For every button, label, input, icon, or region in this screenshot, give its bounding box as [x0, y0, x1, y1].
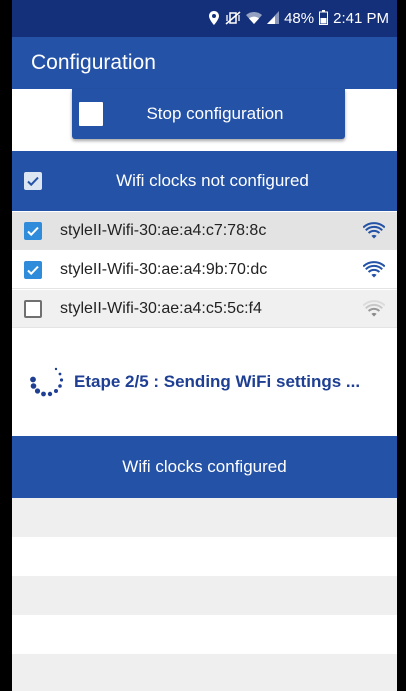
- device-row[interactable]: styleII-Wifi-30:ae:a4:9b:70:dc: [12, 251, 397, 289]
- progress-text: Etape 2/5 : Sending WiFi settings ...: [74, 372, 361, 391]
- vibrate-mute-icon: [225, 10, 241, 27]
- app-bar: Configuration: [12, 37, 397, 89]
- battery-percent: 48%: [284, 10, 315, 27]
- wifi-strong-icon: [363, 260, 385, 277]
- device-name: styleII-Wifi-30:ae:a4:9b:70:dc: [60, 260, 268, 278]
- device-name: styleII-Wifi-30:ae:a4:c5:5c:f4: [60, 299, 262, 317]
- list-item: [12, 537, 397, 576]
- wifi-weak-icon: [363, 299, 385, 316]
- stop-configuration-label: Stop configuration: [146, 104, 284, 123]
- wifi-status-icon: [246, 11, 263, 27]
- stop-square-icon: [79, 102, 103, 126]
- device-checkbox[interactable]: [24, 221, 42, 240]
- select-all-checkbox[interactable]: [24, 172, 42, 190]
- stop-configuration-button[interactable]: Stop configuration: [72, 89, 345, 139]
- device-checkbox[interactable]: [24, 299, 42, 318]
- device-row[interactable]: styleII-Wifi-30:ae:a4:c7:78:8c: [12, 212, 397, 250]
- location-pin-icon: [208, 10, 220, 27]
- loading-spinner-icon: [30, 367, 64, 397]
- configured-header: Wifi clocks configured: [12, 436, 397, 498]
- battery-icon: [319, 10, 329, 27]
- status-bar: 48% 2:41 PM: [12, 0, 397, 37]
- list-item: [12, 498, 397, 537]
- configured-header-label: Wifi clocks configured: [122, 457, 287, 476]
- phone-screen: 48% 2:41 PM Configuration Stop configura…: [0, 0, 406, 691]
- device-checkbox[interactable]: [24, 260, 42, 279]
- device-row[interactable]: styleII-Wifi-30:ae:a4:c5:5c:f4: [12, 290, 397, 328]
- progress-indicator: Etape 2/5 : Sending WiFi settings ...: [28, 364, 360, 400]
- status-time: 2:41 PM: [333, 10, 389, 27]
- page-title: Configuration: [31, 51, 156, 74]
- list-item: [12, 615, 397, 654]
- device-name: styleII-Wifi-30:ae:a4:c7:78:8c: [60, 221, 267, 239]
- list-item: [12, 576, 397, 615]
- not-configured-header: Wifi clocks not configured: [12, 151, 397, 211]
- cell-signal-icon: [267, 11, 280, 26]
- wifi-strong-icon: [363, 221, 385, 238]
- not-configured-header-label: Wifi clocks not configured: [116, 171, 309, 190]
- list-item: [12, 654, 397, 691]
